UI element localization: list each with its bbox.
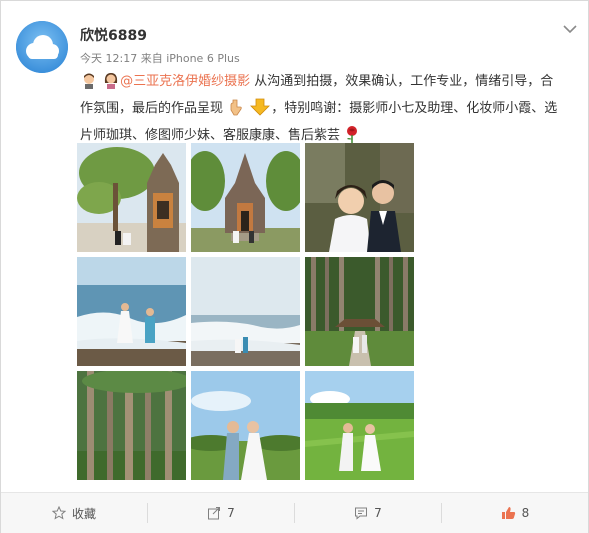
- comment-count: 7: [374, 506, 382, 520]
- repost-count: 7: [227, 506, 235, 520]
- photo-thumbnail[interactable]: [305, 143, 414, 252]
- photo-thumbnail[interactable]: [305, 371, 414, 480]
- hand-pointing-down-icon: [227, 98, 245, 124]
- post-timestamp[interactable]: 今天 12:17: [80, 52, 137, 65]
- repost-button[interactable]: 7: [148, 493, 294, 533]
- star-icon: [51, 506, 66, 520]
- photo-thumbnail[interactable]: [77, 257, 186, 366]
- comment-button[interactable]: 7: [295, 493, 441, 533]
- photo-thumbnail[interactable]: [191, 143, 300, 252]
- post-source: 来自 iPhone 6 Plus: [140, 52, 240, 65]
- repost-icon: [207, 506, 221, 520]
- woman-emoji-icon: [102, 71, 120, 97]
- post-meta: 今天 12:17 来自 iPhone 6 Plus: [80, 50, 240, 66]
- action-bar: 收藏 7 7 8: [1, 492, 588, 533]
- chevron-down-icon[interactable]: [562, 20, 578, 34]
- photo-grid: [77, 143, 417, 483]
- photo-thumbnail[interactable]: [191, 257, 300, 366]
- avatar-cloud: [16, 21, 68, 73]
- favorite-button[interactable]: 收藏: [1, 493, 147, 533]
- photo-thumbnail[interactable]: [77, 371, 186, 480]
- thumb-up-icon: [501, 506, 516, 520]
- avatar[interactable]: [16, 21, 68, 73]
- weibo-post-card: 欣悦6889 今天 12:17 来自 iPhone 6 Plus @三亚克洛伊婚…: [0, 0, 589, 533]
- like-button[interactable]: 8: [442, 493, 588, 533]
- photo-thumbnail[interactable]: [191, 371, 300, 480]
- post-content: @三亚克洛伊婚纱摄影 从沟通到拍摄，效果确认，工作专业，情绪引导，合作氛围，最后…: [80, 70, 562, 151]
- photo-thumbnail[interactable]: [77, 143, 186, 252]
- like-count: 8: [521, 506, 530, 520]
- username[interactable]: 欣悦6889: [80, 25, 147, 45]
- comment-icon: [354, 506, 368, 520]
- photo-thumbnail[interactable]: [305, 257, 414, 366]
- man-emoji-icon: [80, 71, 98, 97]
- favorite-label: 收藏: [71, 506, 96, 521]
- mention-link[interactable]: @三亚克洛伊婚纱摄影: [120, 74, 250, 89]
- down-arrow-emoji-icon: [249, 98, 271, 124]
